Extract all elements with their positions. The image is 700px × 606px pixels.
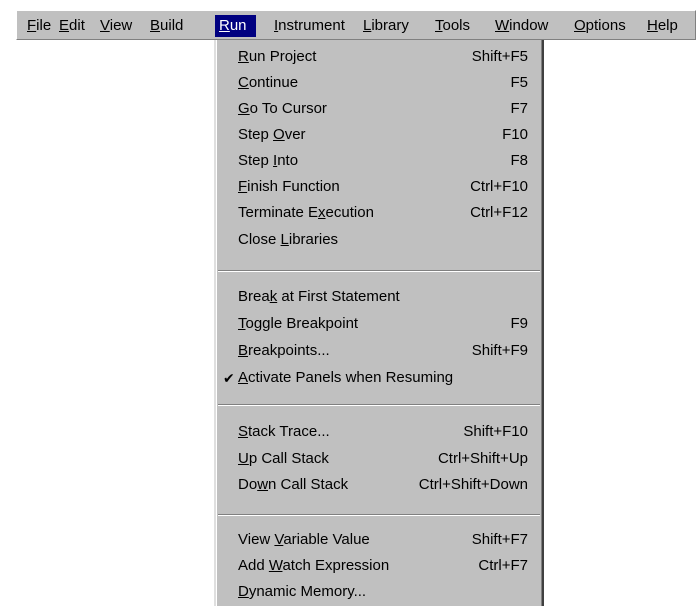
menu-item-breakpoints[interactable]: Breakpoints... Shift+F9 [216, 338, 542, 364]
menu-build[interactable]: Build [146, 15, 187, 37]
menu-tools[interactable]: Tools [431, 15, 474, 37]
menu-accelerator: B [150, 17, 161, 34]
menu-run[interactable]: Run [215, 15, 256, 37]
run-dropdown-menu: Run Project Shift+F5 Continue F5 Go To C… [214, 40, 544, 606]
menu-label-post: dit [69, 17, 85, 34]
menu-item-add-watch-expression[interactable]: Add Watch Expression Ctrl+F7 [216, 553, 542, 579]
menu-item-terminate-execution[interactable]: Terminate Execution Ctrl+F12 [216, 200, 542, 226]
checkmark-icon: ✔ [223, 370, 235, 386]
menu-item-activate-panels-when-resuming[interactable]: ✔ Activate Panels when Resuming [216, 365, 542, 391]
menu-item-shortcut: Ctrl+F12 [470, 204, 528, 221]
menu-item-shortcut: Shift+F9 [471, 342, 528, 359]
menu-item-step-into[interactable]: Step Into F8 [216, 148, 542, 174]
menu-view[interactable]: View [96, 15, 136, 37]
menu-item-label: Down Call Stack [238, 476, 349, 493]
menu-separator [218, 404, 540, 406]
menu-label-post: iew [109, 17, 133, 34]
menu-item-shortcut: F5 [510, 74, 528, 91]
menu-accelerator: O [574, 17, 586, 34]
menu-item-shortcut: Ctrl+Shift+Up [437, 450, 528, 467]
menu-item-shortcut: F10 [502, 126, 528, 143]
menu-item-label: Dynamic Memory... [238, 583, 367, 600]
menu-item-break-at-first-statement[interactable]: Break at First Statement [216, 284, 542, 310]
menu-label-post: ptions [585, 17, 626, 34]
menu-window[interactable]: Window [491, 15, 552, 37]
menu-label-post: ools [442, 17, 471, 34]
menu-item-shortcut: F7 [510, 100, 528, 117]
menu-item-shortcut: Ctrl+F10 [470, 178, 528, 195]
menu-item-view-variable-value[interactable]: View Variable Value Shift+F7 [216, 527, 542, 553]
menu-edit[interactable]: Edit [55, 15, 89, 37]
menu-label-post: indow [509, 17, 549, 34]
menu-item-label: Continue [238, 74, 299, 91]
menu-item-label: Up Call Stack [238, 450, 329, 467]
menu-accelerator: H [647, 17, 658, 34]
menu-item-label: Run Project [238, 48, 317, 65]
menu-item-go-to-cursor[interactable]: Go To Cursor F7 [216, 96, 542, 122]
menu-label-post: elp [657, 17, 678, 34]
menu-item-label: Toggle Breakpoint [238, 315, 359, 332]
menu-accelerator: R [219, 17, 230, 34]
menu-file[interactable]: File [23, 15, 55, 37]
menu-help[interactable]: Help [643, 15, 682, 37]
menu-item-shortcut: Shift+F10 [463, 423, 528, 440]
menu-item-label: Step Over [238, 126, 306, 143]
menu-label-post: nstrument [278, 17, 345, 34]
menu-item-label: Activate Panels when Resuming [238, 369, 454, 386]
menu-item-label: Terminate Execution [238, 204, 374, 221]
menu-separator [218, 270, 540, 272]
menu-item-label: View Variable Value [238, 531, 370, 548]
menu-item-shortcut: Ctrl+F7 [478, 557, 528, 574]
menu-item-up-call-stack[interactable]: Up Call Stack Ctrl+Shift+Up [216, 446, 542, 472]
menu-accelerator: T [435, 17, 443, 34]
menu-accelerator: E [59, 17, 70, 34]
menu-item-stack-trace[interactable]: Stack Trace... Shift+F10 [216, 419, 542, 445]
menu-item-label: Go To Cursor [238, 100, 327, 117]
menu-item-finish-function[interactable]: Finish Function Ctrl+F10 [216, 174, 542, 200]
menu-options[interactable]: Options [570, 15, 630, 37]
menu-item-label: Step Into [238, 152, 299, 169]
menu-instrument[interactable]: Instrument [270, 15, 349, 37]
menu-item-continue[interactable]: Continue F5 [216, 70, 542, 96]
menu-item-label: Break at First Statement [238, 288, 400, 305]
menu-item-shortcut: Shift+F5 [471, 48, 528, 65]
menu-label-post: un [229, 17, 247, 34]
menu-accelerator: W [495, 17, 510, 34]
menu-accelerator: F [27, 17, 37, 34]
menu-item-label: Breakpoints... [238, 342, 330, 359]
menu-library[interactable]: Library [359, 15, 413, 37]
menu-accelerator: V [100, 17, 110, 34]
menu-item-label: Close Libraries [238, 231, 339, 248]
menu-label-post: ibrary [371, 17, 409, 34]
menu-item-shortcut: Ctrl+Shift+Down [418, 476, 528, 493]
menu-item-down-call-stack[interactable]: Down Call Stack Ctrl+Shift+Down [216, 472, 542, 498]
menu-item-label: Add Watch Expression [238, 557, 390, 574]
menu-item-shortcut: Shift+F7 [471, 531, 528, 548]
menu-item-dynamic-memory[interactable]: Dynamic Memory... [216, 579, 542, 605]
menu-bar: File Edit View Build Run Instrument Libr… [16, 10, 696, 40]
menu-item-close-libraries[interactable]: Close Libraries [216, 227, 542, 253]
menu-item-toggle-breakpoint[interactable]: Toggle Breakpoint F9 [216, 311, 542, 337]
menu-item-label: Stack Trace... [238, 423, 330, 440]
menu-item-run-project[interactable]: Run Project Shift+F5 [216, 44, 542, 70]
menu-item-shortcut: F8 [510, 152, 528, 169]
menu-separator [218, 514, 540, 516]
menu-label-post: uild [160, 17, 184, 34]
menu-label-post: ile [36, 17, 52, 34]
menu-item-shortcut: F9 [510, 315, 528, 332]
menu-item-step-over[interactable]: Step Over F10 [216, 122, 542, 148]
menu-item-label: Finish Function [238, 178, 340, 195]
